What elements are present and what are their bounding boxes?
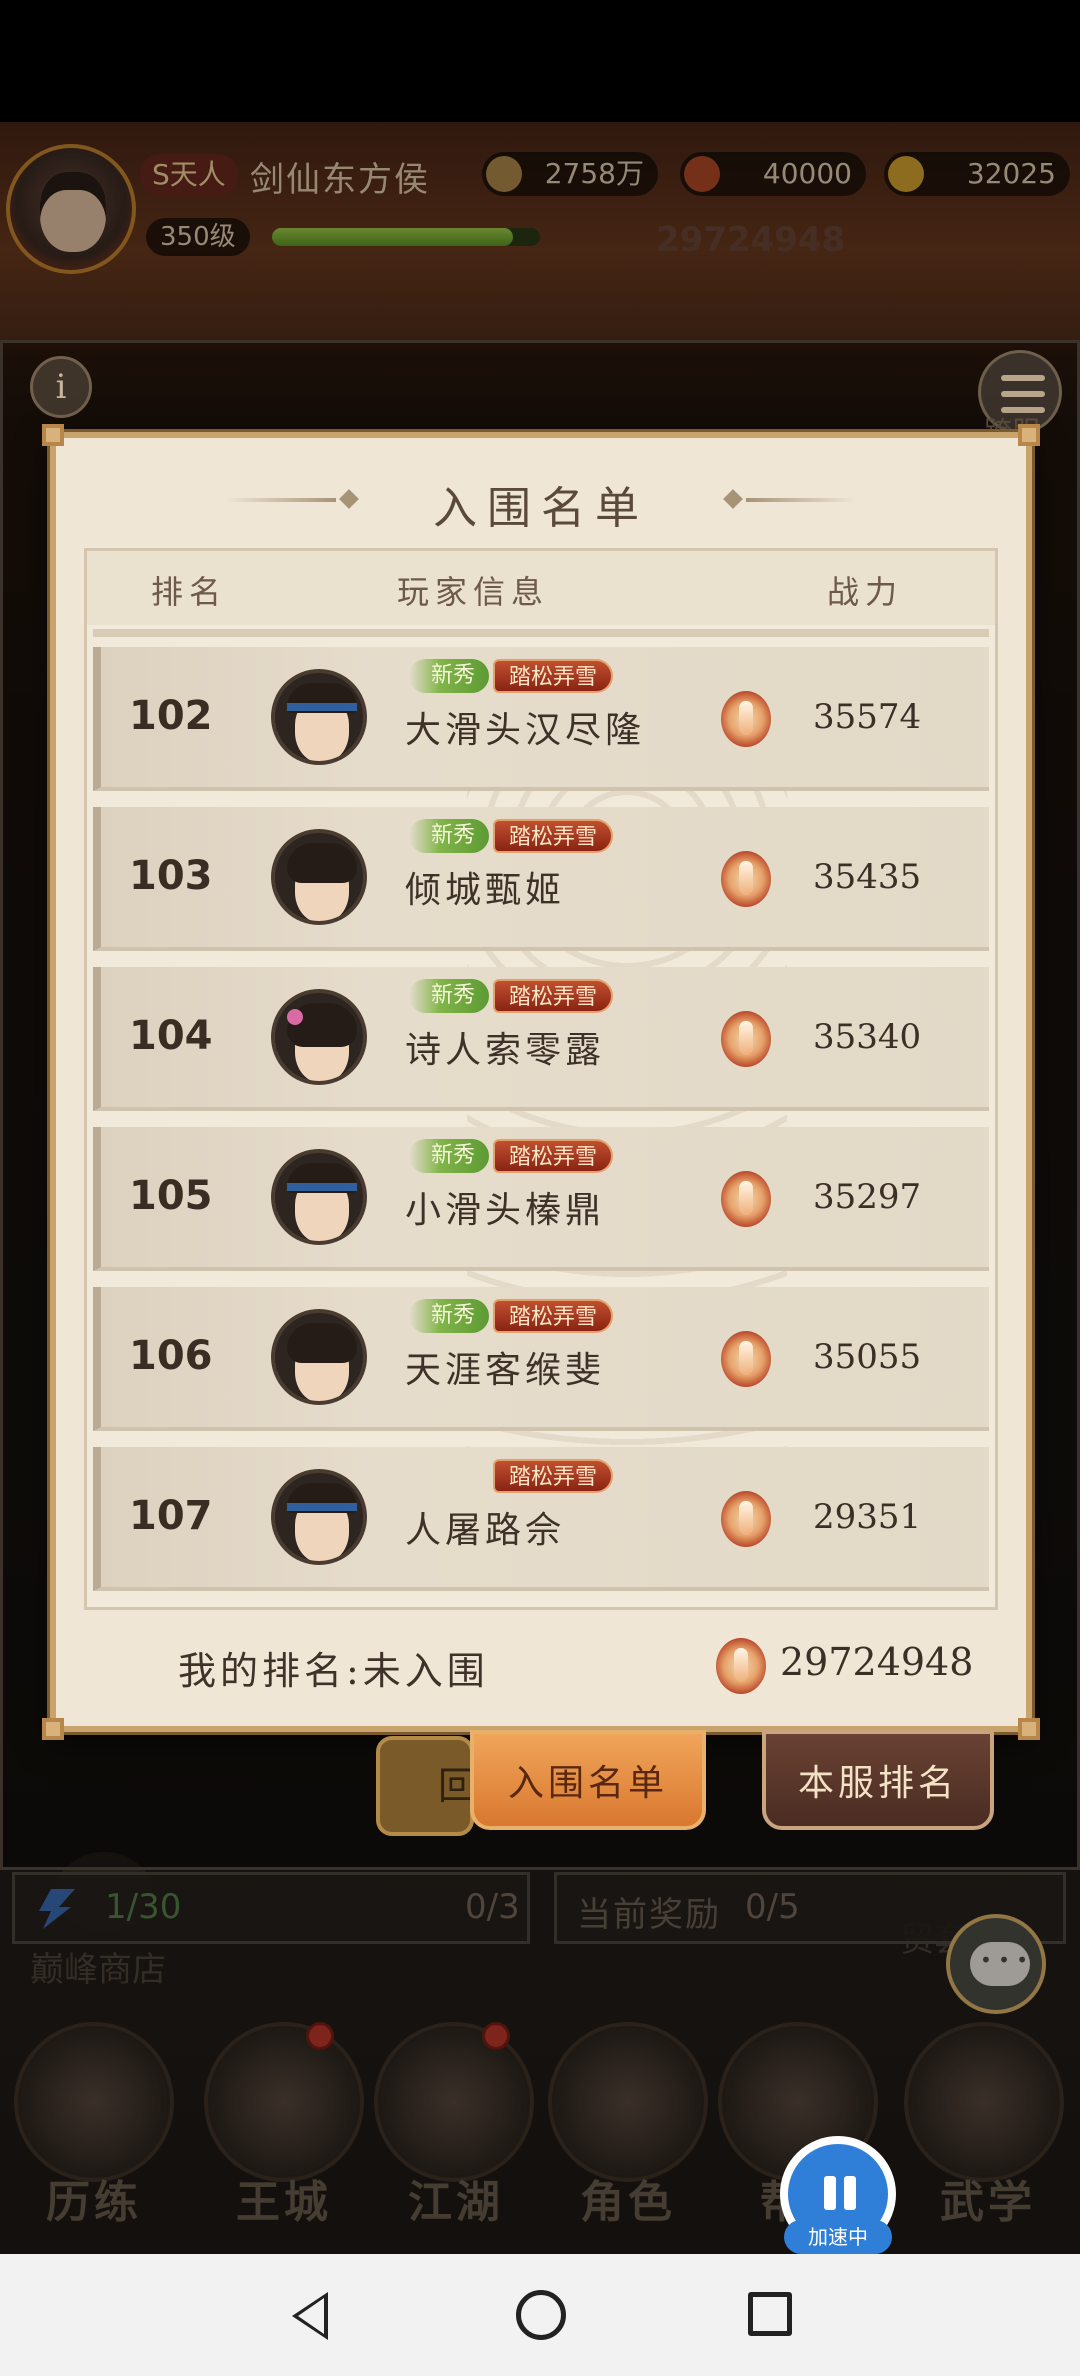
info-button[interactable]: i bbox=[30, 356, 92, 418]
title-badge: 踏松弄雪 bbox=[493, 1299, 614, 1333]
table-header: 排名 玩家信息 战力 bbox=[87, 551, 995, 625]
ranking-table: 排名 玩家信息 战力 102 新秀 踏松弄雪 大滑头汉尽隆 35574 103 新秀 踏松弄雪… bbox=[84, 548, 998, 1610]
player-name: 天涯客缑斐 bbox=[405, 1350, 606, 1391]
player-avatar[interactable] bbox=[271, 989, 367, 1085]
combat-power-icon bbox=[721, 851, 771, 907]
title-ornament-right bbox=[746, 498, 856, 502]
combat-power-icon bbox=[721, 1331, 771, 1387]
my-rank-label: 我的排名:未入围 bbox=[178, 1649, 489, 1693]
return-button[interactable]: 回 bbox=[376, 1736, 476, 1836]
tab-server-ranking[interactable]: 本服排名 bbox=[762, 1730, 994, 1830]
qualifier-list-dialog: 入围名单 排名 玩家信息 战力 102 新秀 踏松弄雪 大滑头汉尽隆 35574 103 新… bbox=[42, 424, 1040, 1740]
title-badge: 踏松弄雪 bbox=[493, 659, 614, 693]
title-badge: 踏松弄雪 bbox=[493, 979, 614, 1013]
combat-power-icon bbox=[721, 1011, 771, 1067]
title-badge: 踏松弄雪 bbox=[493, 1139, 614, 1173]
ranking-row[interactable]: 103 新秀 踏松弄雪倾城甄姬 35435 bbox=[93, 807, 989, 951]
corner-ornament bbox=[1018, 1718, 1040, 1740]
rank-number: 106 bbox=[129, 1333, 213, 1379]
player-name: 人屠路佘 bbox=[405, 1510, 566, 1551]
newcomer-badge: 新秀 bbox=[409, 659, 490, 693]
player-power: 29351 bbox=[813, 1497, 922, 1537]
ranking-row[interactable]: 104 新秀 踏松弄雪诗人索零露 35340 bbox=[93, 967, 989, 1111]
rank-number: 104 bbox=[129, 1013, 213, 1059]
newcomer-badge: 新秀 bbox=[409, 1139, 490, 1173]
player-power: 35435 bbox=[813, 857, 922, 897]
column-player-info: 玩家信息 bbox=[397, 573, 550, 611]
system-navigation-bar bbox=[0, 2254, 1080, 2376]
player-avatar[interactable] bbox=[271, 1309, 367, 1405]
rank-number: 102 bbox=[129, 693, 213, 739]
newcomer-badge: 新秀 bbox=[409, 819, 490, 853]
player-name: 小滑头榛鼎 bbox=[405, 1190, 606, 1231]
pause-icon bbox=[844, 2176, 856, 2210]
dialog-title: 入围名单 bbox=[433, 483, 649, 534]
corner-ornament bbox=[42, 1718, 64, 1740]
rank-number: 105 bbox=[129, 1173, 213, 1219]
player-power: 35055 bbox=[813, 1337, 922, 1377]
combat-power-icon bbox=[721, 1171, 771, 1227]
column-power: 战力 bbox=[827, 573, 904, 611]
corner-ornament bbox=[42, 424, 64, 446]
column-rank: 排名 bbox=[151, 573, 228, 611]
back-icon[interactable] bbox=[292, 2292, 328, 2340]
combat-power-icon bbox=[721, 1491, 771, 1547]
rank-number: 103 bbox=[129, 853, 213, 899]
combat-power-icon bbox=[716, 1638, 766, 1694]
player-avatar[interactable] bbox=[271, 1149, 367, 1245]
player-power: 35297 bbox=[813, 1177, 922, 1217]
player-avatar[interactable] bbox=[271, 1469, 367, 1565]
player-name: 大滑头汉尽隆 bbox=[405, 710, 646, 751]
player-power: 35340 bbox=[813, 1017, 922, 1057]
newcomer-badge: 新秀 bbox=[409, 979, 490, 1013]
watermark-pattern bbox=[467, 671, 787, 1571]
ranking-row[interactable]: 105 新秀 踏松弄雪小滑头榛鼎 35297 bbox=[93, 1127, 989, 1271]
speed-up-label: 加速中 bbox=[784, 2220, 892, 2254]
corner-ornament bbox=[1018, 424, 1040, 446]
title-badge: 踏松弄雪 bbox=[493, 1459, 614, 1493]
status-bar bbox=[0, 0, 1080, 122]
player-power: 35574 bbox=[813, 697, 922, 737]
pause-icon bbox=[824, 2176, 836, 2210]
player-name: 倾城甄姬 bbox=[405, 870, 566, 911]
home-icon[interactable] bbox=[516, 2290, 566, 2340]
ranking-row[interactable]: 106 新秀 踏松弄雪天涯客缑斐 35055 bbox=[93, 1287, 989, 1431]
player-avatar[interactable] bbox=[271, 669, 367, 765]
tab-qualifier-list[interactable]: 入围名单 bbox=[470, 1730, 706, 1830]
player-avatar[interactable] bbox=[271, 829, 367, 925]
combat-power-icon bbox=[721, 691, 771, 747]
ranking-row[interactable]: 107 踏松弄雪人屠路佘 29351 bbox=[93, 1447, 989, 1591]
ranking-row[interactable]: 102 新秀 踏松弄雪大滑头汉尽隆 35574 bbox=[93, 647, 989, 791]
newcomer-badge: 新秀 bbox=[409, 1299, 490, 1333]
rank-number: 107 bbox=[129, 1493, 213, 1539]
my-rank-bar: 我的排名:未入围 29724948 bbox=[84, 1622, 998, 1712]
my-combat-power: 29724948 bbox=[780, 1640, 974, 1684]
recent-apps-icon[interactable] bbox=[748, 2292, 792, 2336]
player-name: 诗人索零露 bbox=[405, 1030, 606, 1071]
scroll-edge bbox=[93, 629, 989, 637]
title-badge: 踏松弄雪 bbox=[493, 819, 614, 853]
